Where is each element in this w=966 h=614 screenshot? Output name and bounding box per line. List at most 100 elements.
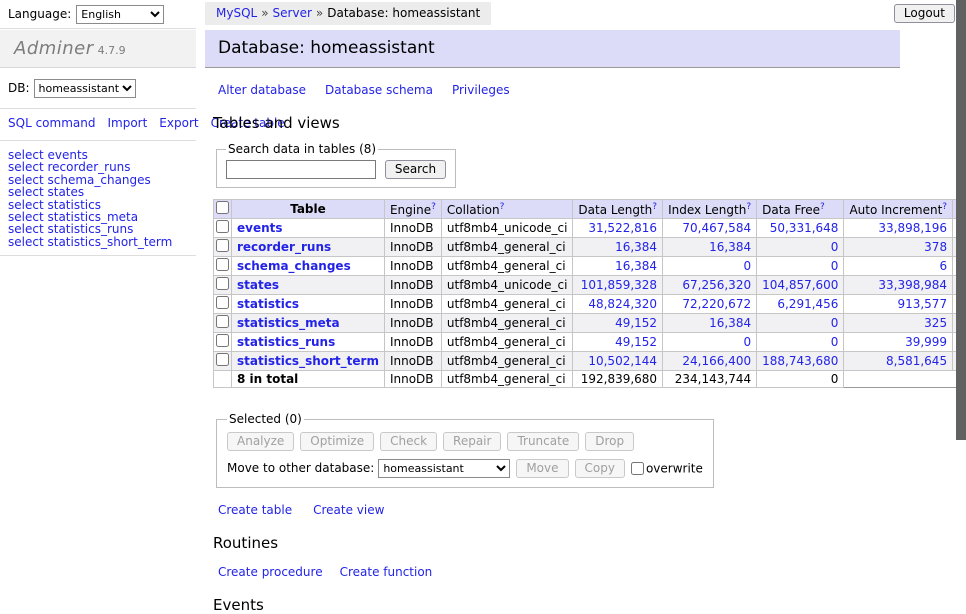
table-name-link[interactable]: statistics_short_term	[237, 354, 379, 368]
breadcrumb-link[interactable]: Server	[273, 6, 312, 20]
overwrite-label: overwrite	[646, 462, 703, 476]
index-length-link[interactable]: 16,384	[709, 240, 751, 254]
data-free-link[interactable]: 188,743,680	[762, 354, 838, 368]
database-action-link[interactable]: Privileges	[452, 83, 510, 97]
data-length-link[interactable]: 101,859,328	[581, 278, 657, 292]
routine-link[interactable]: Create procedure	[218, 565, 323, 579]
data-free-link[interactable]: 0	[831, 240, 839, 254]
data-length-link[interactable]: 49,152	[615, 335, 657, 349]
table-name-link[interactable]: statistics	[237, 297, 299, 311]
data-free-link[interactable]: 0	[831, 259, 839, 273]
data-length-link[interactable]: 10,502,144	[588, 354, 657, 368]
table-name-link[interactable]: states	[237, 278, 279, 292]
index-length-link[interactable]: 70,467,584	[682, 221, 751, 235]
index-length-link[interactable]: 72,220,672	[682, 297, 751, 311]
search-input[interactable]	[226, 160, 376, 179]
row-checkbox[interactable]	[216, 334, 229, 347]
sidebar-link[interactable]: Import	[107, 116, 147, 130]
truncate-button[interactable]: Truncate	[507, 432, 579, 451]
auto-increment-link[interactable]: 39,999	[905, 335, 947, 349]
row-checkbox[interactable]	[216, 353, 229, 366]
value-cell: 0	[757, 333, 844, 352]
row-checkbox-cell	[214, 238, 232, 257]
language-select[interactable]: English	[76, 5, 164, 24]
row-checkbox[interactable]	[216, 220, 229, 233]
collation-cell: utf8mb4_general_ci	[441, 295, 573, 314]
row-checkbox[interactable]	[216, 296, 229, 309]
table-name-link[interactable]: schema_changes	[237, 259, 351, 273]
auto-increment-link[interactable]: 378	[924, 240, 947, 254]
row-checkbox[interactable]	[216, 258, 229, 271]
data-length-link[interactable]: 49,152	[615, 316, 657, 330]
row-checkbox[interactable]	[216, 277, 229, 290]
help-link[interactable]: ?	[431, 202, 436, 212]
table-link[interactable]: statistics_short_term	[47, 235, 172, 249]
help-link[interactable]: ?	[652, 202, 657, 212]
search-button[interactable]: Search	[385, 160, 446, 179]
index-length-link[interactable]: 67,256,320	[682, 278, 751, 292]
auto-increment-link[interactable]: 913,577	[897, 297, 947, 311]
row-checkbox[interactable]	[216, 315, 229, 328]
value-cell: 50,331,648	[757, 219, 844, 238]
sidebar-link[interactable]: Export	[159, 116, 198, 130]
select-all-checkbox[interactable]	[216, 201, 229, 214]
optimize-button[interactable]: Optimize	[300, 432, 374, 451]
create-link[interactable]: Create view	[313, 503, 384, 517]
table-name-cell: events	[232, 219, 385, 238]
data-free-link[interactable]: 0	[831, 335, 839, 349]
database-action-link[interactable]: Database schema	[325, 83, 433, 97]
routine-links: Create procedure Create function	[218, 565, 900, 579]
select-link[interactable]: select	[8, 235, 44, 249]
help-link[interactable]: ?	[820, 202, 825, 212]
analyze-button[interactable]: Analyze	[227, 432, 294, 451]
auto-increment-link[interactable]: 33,898,196	[878, 221, 947, 235]
db-select[interactable]: homeassistant	[34, 79, 136, 98]
data-length-link[interactable]: 16,384	[615, 259, 657, 273]
data-free-link[interactable]: 104,857,600	[762, 278, 838, 292]
index-length-link[interactable]: 24,166,400	[682, 354, 751, 368]
overwrite-checkbox[interactable]	[631, 462, 644, 475]
table-name-link[interactable]: recorder_runs	[237, 240, 331, 254]
data-free-link[interactable]: 0	[831, 316, 839, 330]
table-name-link[interactable]: statistics_meta	[237, 316, 340, 330]
sidebar-table-list: select eventsselect recorder_runsselect …	[0, 141, 196, 256]
row-checkbox[interactable]	[216, 239, 229, 252]
table-name-link[interactable]: statistics_runs	[237, 335, 335, 349]
logout-button[interactable]: Logout	[894, 4, 955, 23]
data-length-link[interactable]: 48,824,320	[588, 297, 657, 311]
database-action-link[interactable]: Alter database	[218, 83, 306, 97]
column-header: Auto Increment?	[844, 200, 953, 219]
scrollbar-track[interactable]	[956, 0, 966, 543]
check-button[interactable]: Check	[380, 432, 437, 451]
scrollbar-thumb[interactable]	[956, 0, 966, 440]
copy-button[interactable]: Copy	[575, 459, 625, 478]
auto-increment-link[interactable]: 6	[939, 259, 947, 273]
help-link[interactable]: ?	[500, 202, 505, 212]
table-name-cell: statistics_meta	[232, 314, 385, 333]
value-cell: 72,220,672	[663, 295, 757, 314]
auto-increment-link[interactable]: 8,581,645	[886, 354, 947, 368]
index-length-link[interactable]: 16,384	[709, 316, 751, 330]
index-length-link[interactable]: 0	[743, 335, 751, 349]
breadcrumb-link[interactable]: MySQL	[216, 6, 257, 20]
value-cell: 0	[757, 238, 844, 257]
select-all-cell	[214, 200, 232, 219]
move-db-select[interactable]: homeassistant	[378, 459, 510, 478]
app-name[interactable]: Adminer	[14, 38, 94, 59]
create-link[interactable]: Create table	[218, 503, 292, 517]
routine-link[interactable]: Create function	[340, 565, 433, 579]
data-free-link[interactable]: 6,291,456	[777, 297, 838, 311]
help-link[interactable]: ?	[942, 202, 947, 212]
repair-button[interactable]: Repair	[443, 432, 501, 451]
help-link[interactable]: ?	[746, 202, 751, 212]
data-length-link[interactable]: 31,522,816	[588, 221, 657, 235]
move-button[interactable]: Move	[516, 459, 568, 478]
auto-increment-link[interactable]: 325	[924, 316, 947, 330]
drop-button[interactable]: Drop	[585, 432, 634, 451]
table-name-link[interactable]: events	[237, 221, 283, 235]
data-free-link[interactable]: 50,331,648	[770, 221, 839, 235]
sidebar-link[interactable]: SQL command	[8, 116, 95, 130]
auto-increment-link[interactable]: 33,398,984	[878, 278, 947, 292]
index-length-link[interactable]: 0	[743, 259, 751, 273]
data-length-link[interactable]: 16,384	[615, 240, 657, 254]
